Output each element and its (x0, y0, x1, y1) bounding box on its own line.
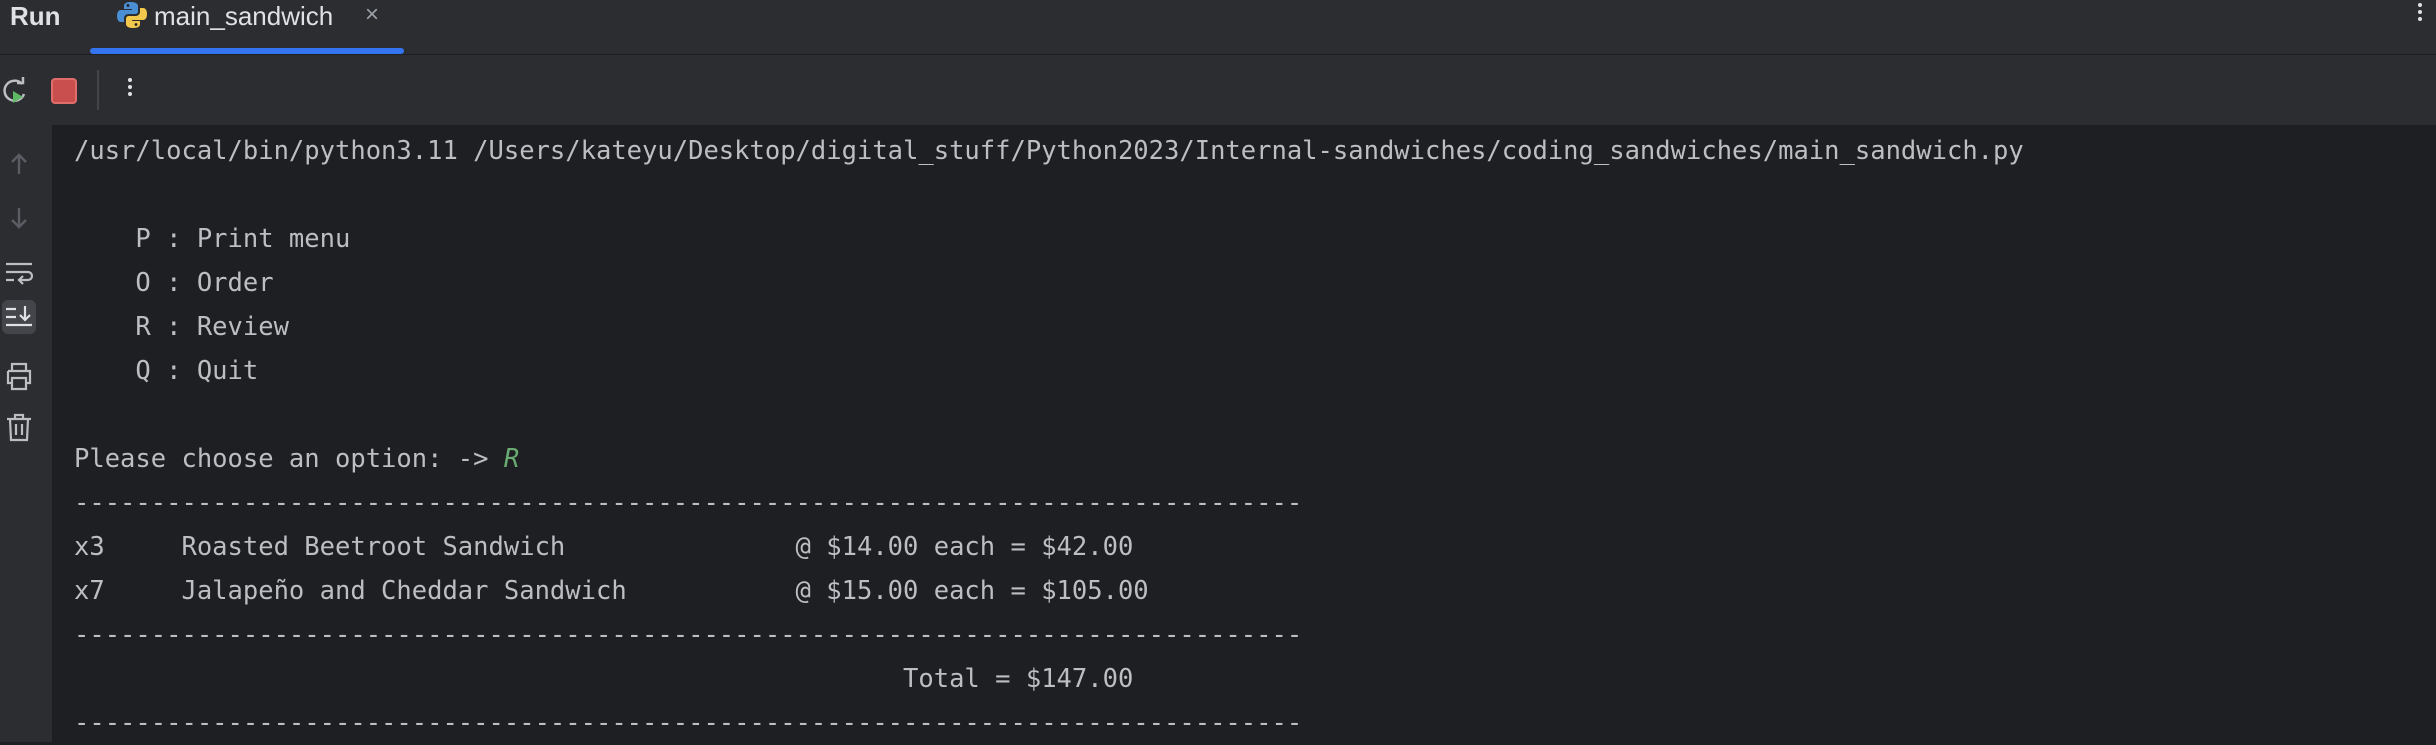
prompt-line: Please choose an option: -> R (74, 437, 519, 481)
separator-line: ----------------------------------------… (74, 708, 1303, 738)
menu-item-quit: Q : Quit (74, 356, 259, 386)
console-side-toolbar (0, 125, 52, 742)
total-line: Total = $147.00 (74, 664, 1134, 694)
more-vertical-icon[interactable] (120, 75, 140, 107)
stop-icon[interactable] (50, 77, 78, 105)
trash-icon[interactable] (2, 410, 36, 444)
close-icon[interactable]: × (362, 2, 382, 28)
separator-line: ----------------------------------------… (74, 620, 1303, 650)
tab-main-sandwich[interactable]: main_sandwich × (90, 0, 404, 54)
menu-item-print: P : Print menu (74, 224, 351, 254)
print-icon[interactable] (2, 359, 36, 393)
run-tool-window-header: Run main_sandwich × (0, 0, 2436, 55)
soft-wrap-icon[interactable] (2, 255, 36, 289)
rerun-icon[interactable] (0, 75, 30, 107)
tab-title: main_sandwich (154, 1, 334, 31)
menu-item-order: O : Order (74, 268, 274, 298)
arrow-up-icon[interactable] (2, 147, 36, 181)
scroll-to-end-icon[interactable] (2, 300, 36, 334)
run-command-line: /usr/local/bin/python3.11 /Users/kateyu/… (74, 136, 2024, 166)
menu-item-review: R : Review (74, 312, 289, 342)
prompt-text: Please choose an option: -> (74, 444, 504, 474)
order-line: x3 Roasted Beetroot Sandwich @ $14.00 ea… (74, 532, 1134, 562)
console-output[interactable]: /usr/local/bin/python3.11 /Users/kateyu/… (52, 125, 2436, 742)
user-input-text: R (503, 444, 520, 474)
run-toolbar (0, 55, 2436, 125)
order-line: x7 Jalapeño and Cheddar Sandwich @ $15.0… (74, 576, 1149, 606)
arrow-down-icon[interactable] (2, 201, 36, 235)
separator-line: ----------------------------------------… (74, 488, 1303, 518)
more-vertical-icon[interactable] (2410, 0, 2430, 32)
run-label: Run (10, 1, 61, 31)
toolbar-separator (97, 70, 99, 110)
active-tab-indicator (90, 48, 404, 54)
python-icon (117, 2, 147, 28)
